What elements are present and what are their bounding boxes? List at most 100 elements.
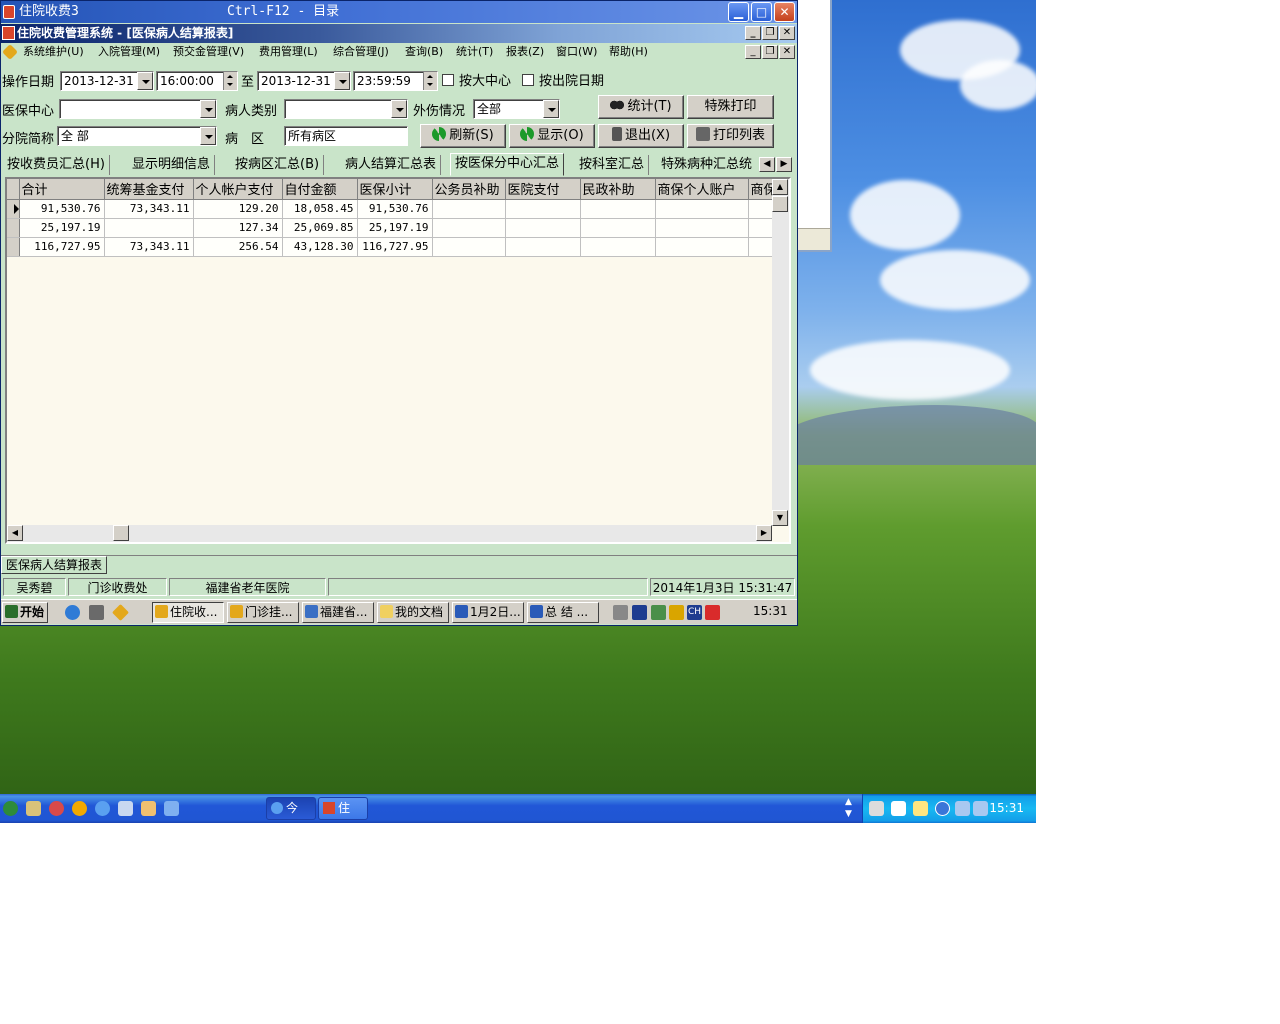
table-row[interactable]: 116,727.95 73,343.11 256.54 43,128.30 11…: [7, 237, 789, 257]
table-cell[interactable]: 43,128.30: [282, 237, 358, 257]
table-cell[interactable]: 73,343.11: [104, 237, 194, 257]
scroll-right-icon[interactable]: ▶: [756, 525, 772, 541]
remote-task-inpatient[interactable]: 住院收...: [152, 602, 224, 623]
tab-scroll-left-icon[interactable]: ◀: [759, 157, 775, 172]
menu-stats[interactable]: 统计(T): [456, 43, 493, 61]
column-header[interactable]: 民政补助: [580, 179, 656, 200]
table-cell[interactable]: [432, 218, 506, 238]
time-to-input[interactable]: 23:59:59: [353, 71, 438, 91]
ime-indicator[interactable]: CH: [687, 605, 702, 620]
tab-scroll-right-icon[interactable]: ▶: [776, 157, 792, 172]
table-cell[interactable]: 127.34: [193, 218, 283, 238]
table-cell[interactable]: 18,058.45: [282, 199, 358, 219]
row-indicator[interactable]: [7, 199, 20, 219]
chevron-down-icon[interactable]: [200, 100, 216, 118]
table-cell[interactable]: 91,530.76: [357, 199, 433, 219]
remote-task-fujian[interactable]: 福建省...: [302, 602, 374, 623]
table-cell[interactable]: [580, 218, 656, 238]
table-cell[interactable]: 91,530.76: [19, 199, 105, 219]
tab-by-department[interactable]: 按科室汇总: [575, 155, 650, 175]
tools-icon[interactable]: [141, 801, 156, 816]
table-cell[interactable]: [580, 199, 656, 219]
tab-by-insurance-center[interactable]: 按医保分中心汇总: [450, 153, 565, 176]
table-row[interactable]: 91,530.76 73,343.11 129.20 18,058.45 91,…: [7, 199, 789, 219]
by-discharge-checkbox[interactable]: [522, 74, 534, 86]
stats-button[interactable]: 统计(T): [598, 95, 684, 119]
taskbar-task-ie[interactable]: 今: [266, 797, 316, 820]
network-icon[interactable]: [955, 801, 970, 816]
security-icon[interactable]: [669, 605, 684, 620]
tab-patient-summary[interactable]: 病人结算汇总表: [341, 155, 442, 175]
calculator-icon[interactable]: [118, 801, 133, 816]
chevron-down-icon[interactable]: [334, 72, 350, 90]
window-title-bar[interactable]: 住院收费3 Ctrl-F12 - 目录 ▁ □ ✕: [1, 1, 797, 23]
mdi-title-bar[interactable]: 住院收费管理系统 - [医保病人结算报表] _ ❐ ✕: [1, 24, 797, 43]
column-header[interactable]: 统筹基金支付: [104, 179, 194, 200]
patient-type-select[interactable]: [284, 99, 408, 119]
row-indicator[interactable]: [7, 237, 20, 257]
minimize-button[interactable]: ▁: [728, 2, 749, 22]
horizontal-scrollbar[interactable]: ◀ ▶: [7, 525, 772, 542]
ime-settings-icon[interactable]: [913, 801, 928, 816]
scroll-down-icon[interactable]: ▼: [772, 510, 788, 526]
chevron-down-icon[interactable]: [543, 100, 559, 118]
menu-help[interactable]: 帮助(H): [609, 43, 648, 61]
column-header[interactable]: 合计: [19, 179, 105, 200]
hand-icon[interactable]: [26, 801, 41, 816]
column-header[interactable]: 商保个人账户: [655, 179, 749, 200]
globe-icon[interactable]: [3, 801, 18, 816]
remote-task-summary[interactable]: 总 结 ...: [527, 602, 599, 623]
menu-window[interactable]: 窗口(W): [556, 43, 597, 61]
tray-app-icon[interactable]: [632, 605, 647, 620]
table-cell[interactable]: 116,727.95: [357, 237, 433, 257]
column-header[interactable]: 医院支付: [505, 179, 581, 200]
table-cell[interactable]: [432, 199, 506, 219]
table-row[interactable]: 25,197.19 127.34 25,069.85 25,197.19: [7, 218, 789, 238]
table-cell[interactable]: 25,197.19: [19, 218, 105, 238]
maximize-button[interactable]: □: [751, 2, 772, 22]
ime-mode-icon[interactable]: [705, 605, 720, 620]
mdi-close-button[interactable]: ✕: [779, 26, 795, 40]
print-list-button[interactable]: 打印列表: [687, 124, 774, 148]
resize-grip[interactable]: [796, 228, 830, 250]
menu-general[interactable]: 综合管理(J): [333, 43, 389, 61]
ward-input[interactable]: 所有病区: [284, 126, 408, 146]
settlement-grid[interactable]: 合计 统筹基金支付 个人帐户支付 自付金额 医保小计 公务员补助 医院支付 民政…: [5, 177, 791, 544]
column-header[interactable]: 医保小计: [357, 179, 433, 200]
remote-start-button[interactable]: 开始: [2, 602, 48, 623]
insurance-center-select[interactable]: [59, 99, 217, 119]
time-from-input[interactable]: 16:00:00: [156, 71, 238, 91]
app-shortcut-icon[interactable]: [112, 604, 129, 621]
refresh-button[interactable]: 刷新(S): [420, 124, 506, 148]
date-to-picker[interactable]: 2013-12-31: [257, 71, 351, 91]
time-spinner-icon[interactable]: [223, 72, 237, 90]
table-cell[interactable]: 256.54: [193, 237, 283, 257]
menu-system[interactable]: 系统维护(U): [23, 43, 84, 61]
table-cell[interactable]: [580, 237, 656, 257]
report-window-tab[interactable]: 医保病人结算报表: [1, 556, 108, 574]
show-desktop-icon[interactable]: [89, 605, 104, 620]
table-cell[interactable]: 129.20: [193, 199, 283, 219]
media-icon[interactable]: [49, 801, 64, 816]
close-button[interactable]: ✕: [774, 2, 795, 22]
chevron-down-icon[interactable]: [391, 100, 407, 118]
row-indicator[interactable]: [7, 218, 20, 238]
by-center-checkbox[interactable]: [442, 74, 454, 86]
table-cell[interactable]: [505, 199, 581, 219]
player-icon[interactable]: [72, 801, 87, 816]
table-cell[interactable]: [432, 237, 506, 257]
menu-deposit[interactable]: 预交金管理(V): [173, 43, 244, 61]
remote-task-documents[interactable]: 我的文档: [377, 602, 449, 623]
table-cell[interactable]: 116,727.95: [19, 237, 105, 257]
vertical-scrollbar[interactable]: ▲ ▼: [772, 179, 789, 526]
scroll-left-icon[interactable]: ◀: [7, 525, 23, 541]
menu-query[interactable]: 查询(B): [405, 43, 443, 61]
network-places-icon[interactable]: [164, 801, 179, 816]
taskbar-scroll-icon[interactable]: ▲ ▼: [845, 796, 852, 820]
menu-reports[interactable]: 报表(Z): [506, 43, 544, 61]
chevron-down-icon[interactable]: [200, 127, 216, 145]
vertical-scroll-thumb[interactable]: [772, 196, 788, 212]
child-minimize-button[interactable]: _: [745, 45, 761, 59]
tab-detail[interactable]: 显示明细信息: [128, 155, 216, 175]
branch-select[interactable]: 全 部: [57, 126, 217, 146]
